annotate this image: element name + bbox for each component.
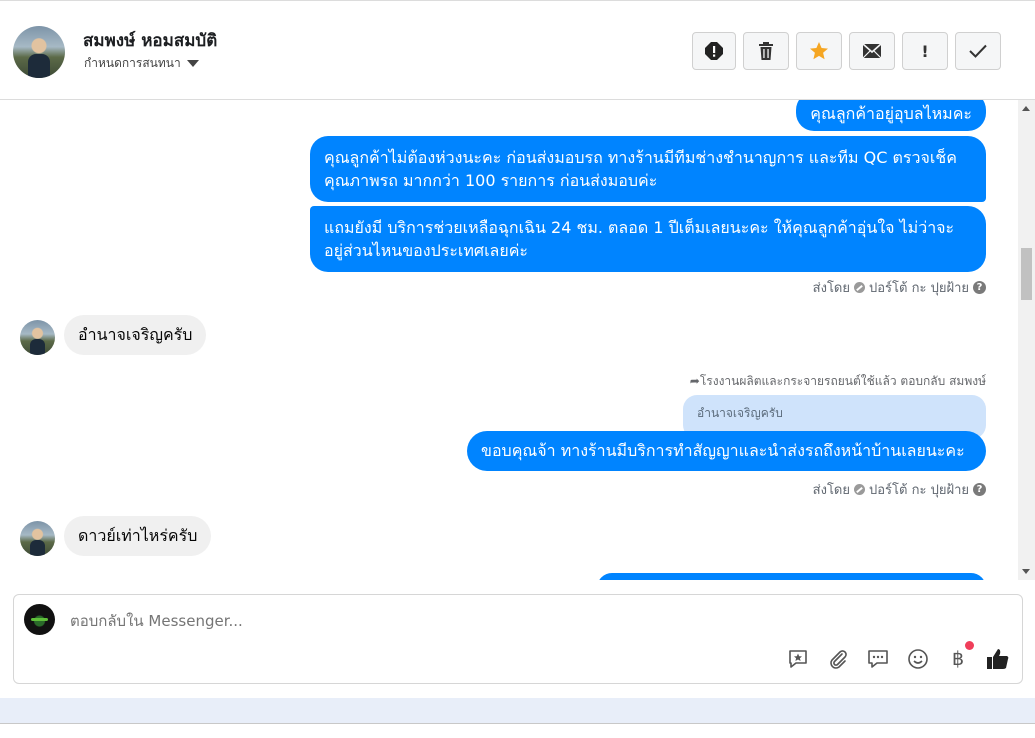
attach-button[interactable] (826, 647, 850, 671)
help-icon[interactable]: ? (973, 483, 986, 496)
caret-down-icon (186, 60, 199, 67)
saved-reply-icon (789, 650, 807, 668)
star-icon (810, 42, 828, 60)
reply-arrow-icon: ➦ (689, 374, 700, 388)
contact-name[interactable]: สมพงษ์ หอมสมบัติ (83, 27, 217, 54)
outgoing-message[interactable]: คุณลูกค้าอยู่อุบลไหมคะ (796, 100, 986, 131)
sent-by-info: ส่งโดย ปอร์โต้ กะ ปุยฝ้าย ? (813, 479, 986, 500)
verified-icon (854, 282, 865, 293)
incoming-message[interactable]: ดาวย์เท่าไหร่ครับ (64, 516, 212, 556)
sent-by-label: ส่งโดย (812, 281, 850, 296)
reply-composer: ฿ (13, 594, 1023, 684)
composer-tools: ฿ (786, 641, 1010, 671)
check-icon (969, 44, 987, 58)
incoming-message[interactable]: อำนาจเจริญครับ (64, 315, 207, 355)
trash-icon (759, 42, 773, 60)
star-button[interactable] (796, 32, 842, 70)
outgoing-message[interactable]: ขอบคุณจ้า ทางร้านมีบริการทำสัญญาและนำส่ง… (467, 431, 986, 471)
outgoing-message-partial[interactable] (597, 573, 986, 580)
emoji-button[interactable] (906, 647, 930, 671)
contact-avatar[interactable] (13, 26, 65, 78)
quoted-text: อำนาจเจริญครับ (697, 406, 783, 420)
contact-avatar-small[interactable] (20, 320, 55, 355)
message-text: ขอบคุณจ้า ทางร้านมีบริการทำสัญญาและนำส่ง… (481, 441, 965, 460)
message-thread: คุณลูกค้าอยู่อุบลไหมคะ คุณลูกค้าไม่ต้องห… (0, 100, 1018, 580)
mark-spam-button[interactable] (692, 32, 736, 70)
conversation-header: สมพงษ์ หอมสมบัติ กำหนดการสนทนา ! (0, 0, 1035, 100)
scroll-up-arrow-icon[interactable] (1022, 106, 1030, 111)
mark-done-button[interactable] (955, 32, 1001, 70)
sender-name: ปอร์โต้ กะ ปุยฝ้าย (869, 483, 969, 498)
assign-conversation-dropdown[interactable]: กำหนดการสนทนา (84, 54, 199, 73)
reply-info: ➦โรงงานผลิตและกระจายรถยนต์ใช้แล้ว ตอบกลั… (690, 372, 986, 391)
message-text: คุณลูกค้าไม่ต้องห่วงนะคะ ก่อนส่งมอบรถ ทา… (324, 148, 957, 190)
notification-dot (965, 641, 974, 650)
divider (0, 723, 1035, 724)
exclamation-icon: ! (921, 41, 929, 61)
footer-strip (0, 698, 1035, 723)
attachment-icon (830, 650, 847, 669)
chat-bubble-icon (868, 650, 888, 668)
saved-reply-button[interactable] (786, 647, 810, 671)
message-text: ดาวย์เท่าไหร่ครับ (78, 526, 198, 545)
scrollbar-thumb[interactable] (1021, 248, 1032, 300)
sender-name: ปอร์โต้ กะ ปุยฝ้าย (869, 281, 969, 296)
reply-input[interactable] (68, 611, 672, 631)
follow-up-button[interactable]: ! (902, 32, 948, 70)
sent-by-label: ส่งโดย (812, 483, 850, 498)
emoji-icon (908, 649, 928, 669)
scroll-down-arrow-icon[interactable] (1022, 569, 1030, 574)
help-icon[interactable]: ? (973, 281, 986, 294)
quick-reply-button[interactable] (866, 647, 890, 671)
message-scrollbar[interactable] (1018, 100, 1035, 580)
page-avatar (24, 604, 55, 635)
sent-by-info: ส่งโดย ปอร์โต้ กะ ปุยฝ้าย ? (813, 277, 986, 298)
payment-button[interactable]: ฿ (946, 641, 974, 671)
mark-unread-button[interactable] (849, 32, 895, 70)
envelope-icon (862, 43, 882, 59)
assign-label: กำหนดการสนทนา (84, 56, 181, 70)
outgoing-message[interactable]: แถมยังมี บริการช่วยเหลือฉุกเฉิน 24 ชม. ต… (310, 206, 986, 272)
outgoing-message[interactable]: คุณลูกค้าไม่ต้องห่วงนะคะ ก่อนส่งมอบรถ ทา… (310, 136, 986, 202)
reply-info-text: โรงงานผลิตและกระจายรถยนต์ใช้แล้ว ตอบกลับ… (699, 374, 986, 388)
conversation-toolbar: ! (692, 32, 1001, 70)
message-text: อำนาจเจริญครับ (78, 325, 193, 344)
delete-button[interactable] (743, 32, 789, 70)
verified-icon (854, 484, 865, 495)
alert-circle-icon (705, 42, 723, 60)
thumbs-up-icon (987, 649, 1009, 669)
like-button[interactable] (986, 647, 1010, 671)
message-text: คุณลูกค้าอยู่อุบลไหมคะ (810, 104, 972, 123)
message-text: แถมยังมี บริการช่วยเหลือฉุกเฉิน 24 ชม. ต… (324, 218, 955, 260)
contact-avatar-small[interactable] (20, 521, 55, 556)
baht-icon: ฿ (951, 648, 965, 670)
